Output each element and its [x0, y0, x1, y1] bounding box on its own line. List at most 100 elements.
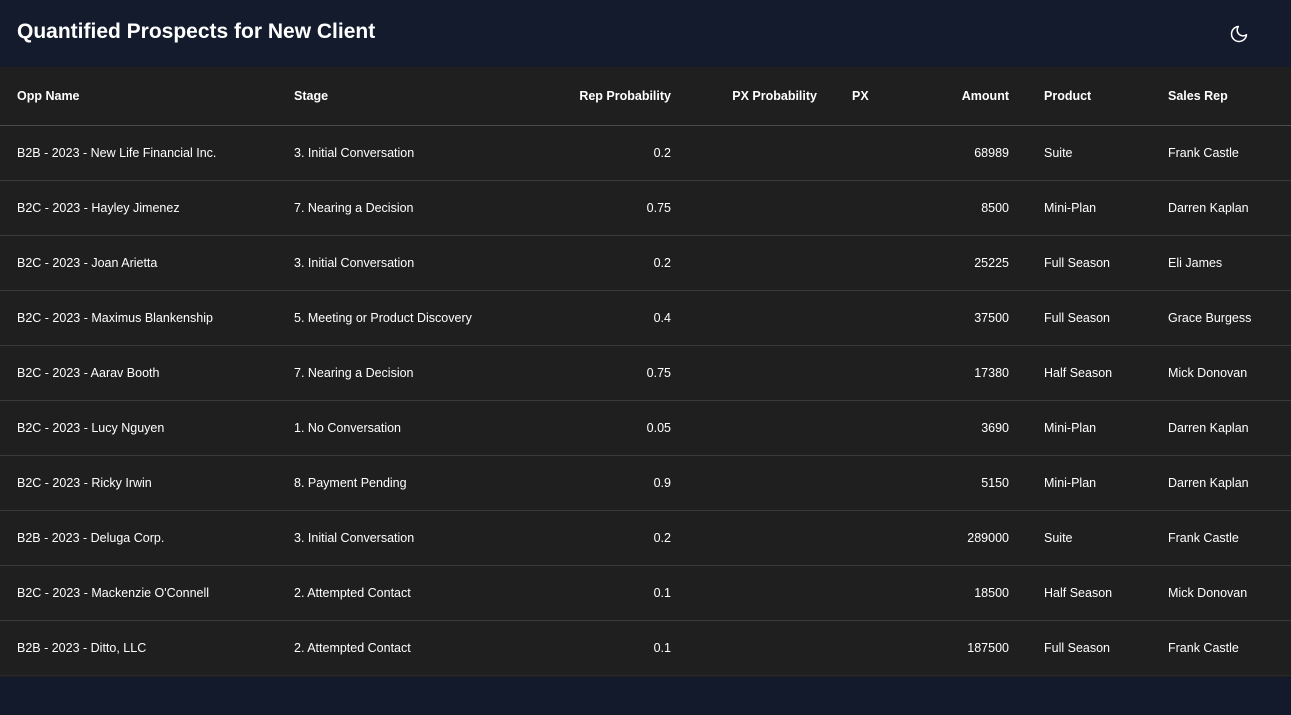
cell-sales-rep: Frank Castle: [1168, 510, 1291, 566]
cell-opp-name: B2C - 2023 - Maximus Blankenship: [0, 290, 294, 346]
cell-rep-probability: 0.2: [508, 510, 671, 566]
cell-product: Mini-Plan: [1009, 455, 1168, 511]
cell-px-tier: [817, 400, 869, 456]
moon-icon: [1230, 25, 1248, 43]
table-row[interactable]: B2C - 2023 - Mackenzie O'Connell 2. Attem…: [0, 565, 1291, 621]
page-title: Quantified Prospects for New Client: [17, 20, 376, 43]
cell-product: Full Season: [1009, 620, 1168, 676]
cell-rep-probability: 0.1: [508, 620, 671, 676]
cell-opp-name: B2C - 2023 - Lucy Nguyen: [0, 400, 294, 456]
prospects-table: Opp Name Stage Rep Probability PX Probab…: [0, 67, 1291, 676]
cell-stage: 7. Nearing a Decision: [294, 345, 508, 401]
cell-sales-rep: Darren Kaplan: [1168, 180, 1291, 236]
table-row[interactable]: B2B - 2023 - New Life Financial Inc. 3. I…: [0, 125, 1291, 181]
cell-px-tier: [817, 565, 869, 621]
table-header-row: Opp Name Stage Rep Probability PX Probab…: [0, 67, 1291, 126]
cell-product: Suite: [1009, 510, 1168, 566]
cell-px-tier: [817, 235, 869, 291]
column-header-product[interactable]: Product: [1009, 67, 1168, 126]
cell-opp-name: B2C - 2023 - Aarav Booth: [0, 345, 294, 401]
cell-opp-name: B2B - 2023 - Ditto, LLC: [0, 620, 294, 676]
cell-px-probability: [671, 565, 817, 621]
cell-rep-probability: 0.2: [508, 125, 671, 181]
cell-rep-probability: 0.9: [508, 455, 671, 511]
cell-sales-rep: Grace Burgess: [1168, 290, 1291, 346]
cell-opp-name: B2B - 2023 - Deluga Corp.: [0, 510, 294, 566]
cell-rep-probability: 0.05: [508, 400, 671, 456]
cell-px-tier: [817, 510, 869, 566]
cell-amount: 68989: [869, 125, 1009, 181]
table-row[interactable]: B2C - 2023 - Ricky Irwin 8. Payment Pendi…: [0, 455, 1291, 511]
cell-stage: 2. Attempted Contact: [294, 565, 508, 621]
table-row[interactable]: B2B - 2023 - Ditto, LLC 2. Attempted Cont…: [0, 620, 1291, 676]
column-header-px-tier[interactable]: PX Tier: [817, 67, 869, 126]
cell-rep-probability: 0.75: [508, 345, 671, 401]
prospects-table-container: Opp Name Stage Rep Probability PX Probab…: [0, 67, 1291, 677]
cell-px-probability: [671, 235, 817, 291]
table-row[interactable]: B2C - 2023 - Aarav Booth 7. Nearing a Dec…: [0, 345, 1291, 401]
column-header-px-probability[interactable]: PX Probability: [671, 67, 817, 126]
column-header-opp-name[interactable]: Opp Name: [0, 67, 294, 126]
column-header-stage[interactable]: Stage: [294, 67, 508, 126]
cell-px-tier: [817, 125, 869, 181]
table-row[interactable]: B2C - 2023 - Maximus Blankenship 5. Meeti…: [0, 290, 1291, 346]
cell-px-probability: [671, 125, 817, 181]
cell-rep-probability: 0.1: [508, 565, 671, 621]
cell-rep-probability: 0.4: [508, 290, 671, 346]
cell-rep-probability: 0.75: [508, 180, 671, 236]
column-header-rep-probability[interactable]: Rep Probability: [508, 67, 671, 126]
cell-amount: 37500: [869, 290, 1009, 346]
cell-stage: 3. Initial Conversation: [294, 125, 508, 181]
cell-product: Full Season: [1009, 235, 1168, 291]
cell-opp-name: B2B - 2023 - New Life Financial Inc.: [0, 125, 294, 181]
cell-px-probability: [671, 620, 817, 676]
cell-px-probability: [671, 400, 817, 456]
cell-px-probability: [671, 180, 817, 236]
cell-stage: 8. Payment Pending: [294, 455, 508, 511]
table-row[interactable]: B2C - 2023 - Lucy Nguyen 1. No Conversati…: [0, 400, 1291, 456]
cell-amount: 17380: [869, 345, 1009, 401]
cell-product: Half Season: [1009, 345, 1168, 401]
column-header-amount[interactable]: Amount: [869, 67, 1009, 126]
cell-px-probability: [671, 290, 817, 346]
cell-stage: 3. Initial Conversation: [294, 510, 508, 566]
cell-px-tier: [817, 345, 869, 401]
cell-opp-name: B2C - 2023 - Hayley Jimenez: [0, 180, 294, 236]
cell-amount: 18500: [869, 565, 1009, 621]
cell-px-tier: [817, 620, 869, 676]
cell-stage: 2. Attempted Contact: [294, 620, 508, 676]
cell-product: Mini-Plan: [1009, 400, 1168, 456]
cell-stage: 5. Meeting or Product Discovery: [294, 290, 508, 346]
theme-toggle-button[interactable]: [1224, 20, 1254, 48]
app-header: Quantified Prospects for New Client: [0, 0, 1291, 67]
cell-opp-name: B2C - 2023 - Mackenzie O'Connell: [0, 565, 294, 621]
cell-px-probability: [671, 345, 817, 401]
cell-product: Suite: [1009, 125, 1168, 181]
table-row[interactable]: B2B - 2023 - Deluga Corp. 3. Initial Conv…: [0, 510, 1291, 566]
column-header-sales-rep[interactable]: Sales Rep: [1168, 67, 1291, 126]
cell-product: Mini-Plan: [1009, 180, 1168, 236]
cell-stage: 1. No Conversation: [294, 400, 508, 456]
cell-amount: 25225: [869, 235, 1009, 291]
cell-sales-rep: Mick Donovan: [1168, 565, 1291, 621]
cell-opp-name: B2C - 2023 - Joan Arietta: [0, 235, 294, 291]
cell-stage: 7. Nearing a Decision: [294, 180, 508, 236]
cell-px-tier: [817, 455, 869, 511]
cell-product: Half Season: [1009, 565, 1168, 621]
cell-product: Full Season: [1009, 290, 1168, 346]
cell-amount: 3690: [869, 400, 1009, 456]
table-row[interactable]: B2C - 2023 - Hayley Jimenez 7. Nearing a …: [0, 180, 1291, 236]
cell-opp-name: B2C - 2023 - Ricky Irwin: [0, 455, 294, 511]
cell-sales-rep: Frank Castle: [1168, 125, 1291, 181]
cell-px-probability: [671, 455, 817, 511]
cell-sales-rep: Darren Kaplan: [1168, 400, 1291, 456]
cell-px-probability: [671, 510, 817, 566]
cell-amount: 289000: [869, 510, 1009, 566]
cell-amount: 5150: [869, 455, 1009, 511]
cell-sales-rep: Eli James: [1168, 235, 1291, 291]
cell-rep-probability: 0.2: [508, 235, 671, 291]
cell-sales-rep: Darren Kaplan: [1168, 455, 1291, 511]
cell-amount: 8500: [869, 180, 1009, 236]
cell-px-tier: [817, 290, 869, 346]
table-row[interactable]: B2C - 2023 - Joan Arietta 3. Initial Conv…: [0, 235, 1291, 291]
